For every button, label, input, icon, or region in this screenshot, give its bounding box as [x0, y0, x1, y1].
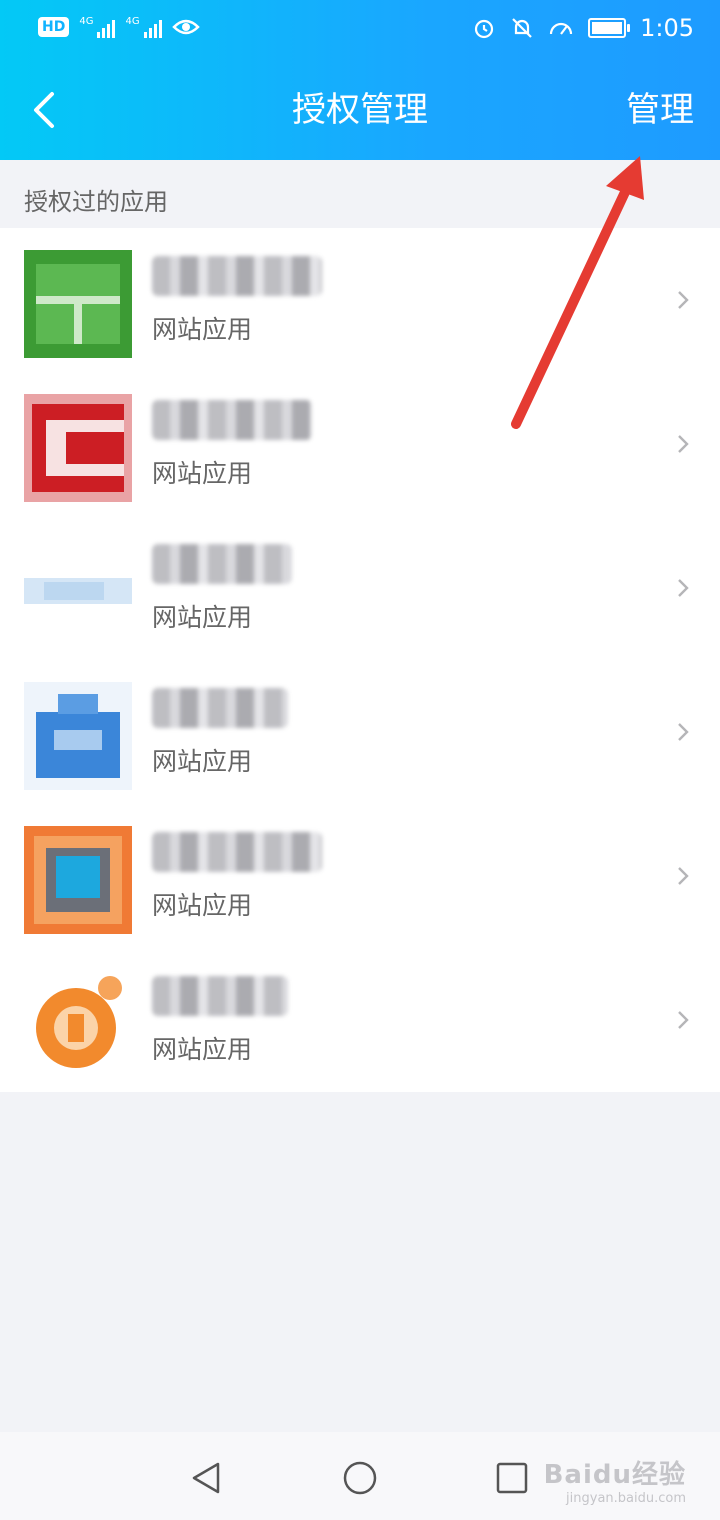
status-time: 1:05	[640, 14, 694, 42]
network-type-2: 4G	[125, 16, 140, 27]
app-name-redacted	[152, 688, 288, 728]
battery-icon	[588, 18, 631, 38]
chevron-right-icon	[678, 291, 689, 309]
app-type-label: 网站应用	[152, 603, 253, 632]
list-item[interactable]: 网站应用	[0, 660, 720, 804]
alarm-icon	[474, 19, 494, 39]
chevron-right-icon	[678, 435, 689, 453]
orange-circle-app-icon	[24, 970, 132, 1078]
authorized-apps-list: 网站应用 网站应用 网站应用 网站应用 网站应用 网站应用	[0, 228, 720, 1092]
status-bar: HD 4G 4G 1:05	[0, 0, 720, 62]
app-type-label: 网站应用	[152, 315, 253, 344]
chevron-right-icon	[678, 579, 689, 597]
list-item[interactable]: 网站应用	[0, 372, 720, 516]
app-name-redacted	[152, 832, 322, 872]
watermark-line1: Baidu经验	[543, 1460, 686, 1490]
list-item[interactable]: 网站应用	[0, 948, 720, 1092]
list-item[interactable]: 网站应用	[0, 228, 720, 372]
red-c-app-icon	[24, 394, 132, 502]
signal-icon: 4G	[79, 16, 116, 38]
section-label: 授权过的应用	[24, 188, 168, 216]
app-type-label: 网站应用	[152, 747, 253, 776]
list-item[interactable]: 网站应用	[0, 516, 720, 660]
mute-bell-icon	[512, 18, 532, 38]
app-name-redacted	[152, 400, 312, 440]
light-blue-app-icon	[24, 538, 132, 646]
eye-icon	[171, 19, 200, 35]
chevron-right-icon	[678, 1011, 689, 1029]
list-item[interactable]: 网站应用	[0, 804, 720, 948]
app-type-label: 网站应用	[152, 891, 253, 920]
nav-back-icon[interactable]	[188, 1460, 224, 1496]
nav-home-icon[interactable]	[342, 1460, 378, 1496]
app-name-redacted	[152, 256, 322, 296]
orange-blue-app-icon	[24, 826, 132, 934]
manage-button[interactable]: 管理	[626, 86, 694, 134]
app-type-label: 网站应用	[152, 459, 253, 488]
app-name-redacted	[152, 976, 288, 1016]
app-name-redacted	[152, 544, 292, 584]
green-grid-app-icon	[24, 250, 132, 358]
hd-badge: HD	[38, 17, 70, 37]
baidu-watermark: Baidu经验 jingyan.baidu.com	[544, 1454, 686, 1506]
page-title: 授权管理	[292, 90, 428, 130]
watermark-line2: jingyan.baidu.com	[566, 1491, 686, 1506]
app-header: HD 4G 4G 1:05 授权管理 管理	[0, 0, 720, 160]
signal-icon-2: 4G	[125, 16, 162, 38]
nav-recents-icon[interactable]	[494, 1460, 530, 1496]
network-type-1: 4G	[79, 16, 94, 27]
app-type-label: 网站应用	[152, 1035, 253, 1064]
chevron-right-icon	[678, 723, 689, 741]
blue-house-app-icon	[24, 682, 132, 790]
chevron-right-icon	[678, 867, 689, 885]
speed-icon	[549, 22, 573, 35]
